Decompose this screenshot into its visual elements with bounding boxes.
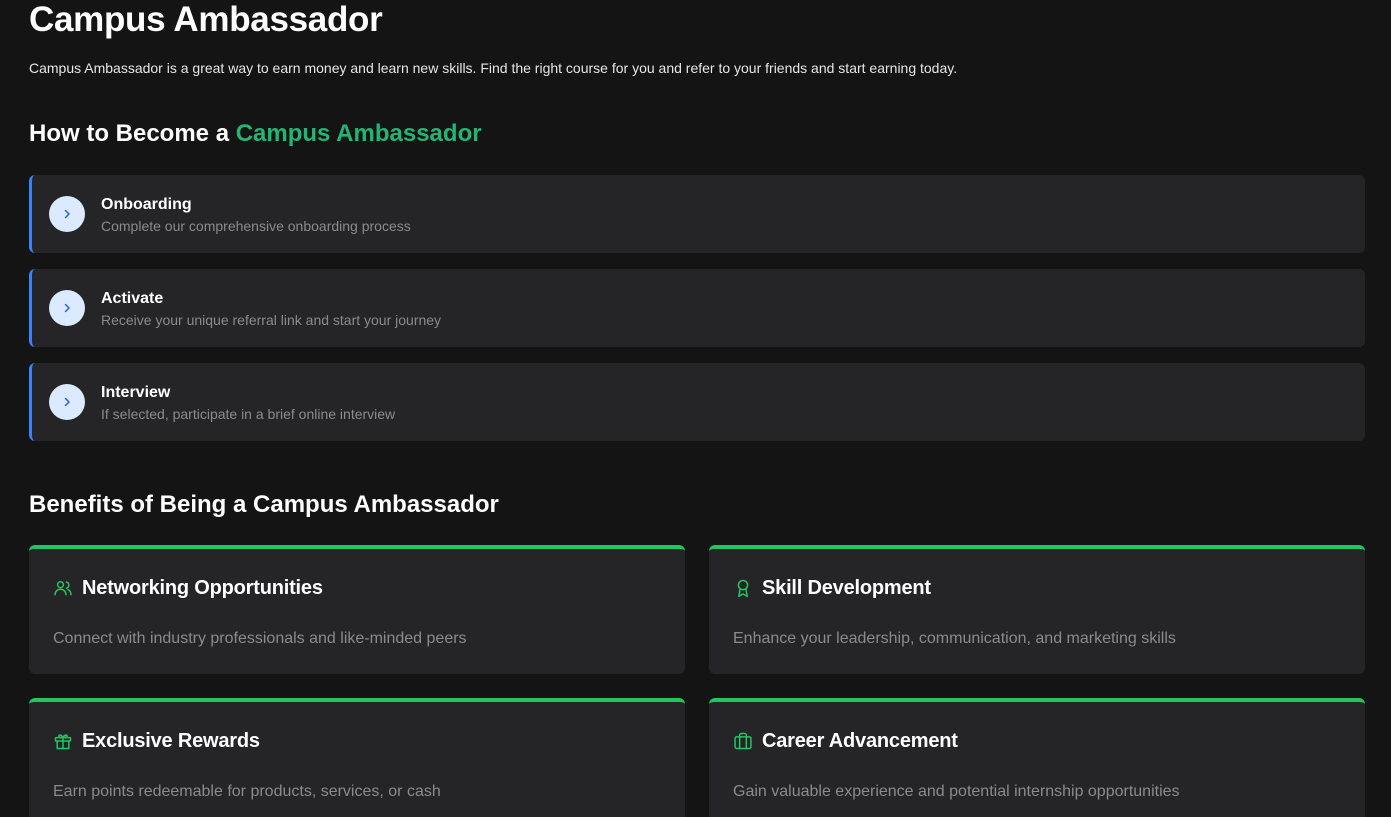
step-onboarding[interactable]: Onboarding Complete our comprehensive on… [29, 175, 1365, 253]
how-to-heading-prefix: How to Become a [29, 120, 236, 147]
award-icon [733, 578, 753, 598]
benefit-title: Networking Opportunities [82, 577, 323, 599]
benefits-heading: Benefits of Being a Campus Ambassador [29, 491, 499, 518]
benefit-description: Earn points redeemable for products, ser… [53, 783, 441, 800]
page: Campus Ambassador Campus Ambassador is a… [0, 0, 1391, 817]
chevron-right-icon [49, 290, 85, 326]
benefit-card-networking: Networking Opportunities Connect with in… [29, 545, 685, 674]
step-description: Receive your unique referral link and st… [101, 312, 442, 328]
benefit-card-career: Career Advancement Gain valuable experie… [709, 698, 1365, 817]
gift-icon [53, 731, 73, 751]
benefit-description: Gain valuable experience and potential i… [733, 783, 1180, 800]
benefit-description: Enhance your leadership, communication, … [733, 630, 1176, 647]
step-activate[interactable]: Activate Receive your unique referral li… [29, 269, 1365, 347]
benefit-header: Career Advancement [733, 729, 958, 753]
benefit-card-skill: Skill Development Enhance your leadershi… [709, 545, 1365, 674]
step-description: If selected, participate in a brief onli… [101, 406, 396, 422]
benefit-header: Networking Opportunities [53, 576, 323, 600]
step-text: Activate Receive your unique referral li… [101, 289, 441, 329]
how-to-heading-accent: Campus Ambassador [235, 120, 482, 147]
benefit-description: Connect with industry professionals and … [53, 630, 467, 647]
step-interview[interactable]: Interview If selected, participate in a … [29, 363, 1365, 441]
step-title: Activate [101, 290, 164, 307]
step-text: Onboarding Complete our comprehensive on… [101, 195, 411, 235]
how-to-heading: How to Become a Campus Ambassador [29, 120, 1365, 148]
step-title: Interview [101, 384, 171, 401]
benefits-grid: Networking Opportunities Connect with in… [29, 545, 1365, 817]
benefit-title: Skill Development [762, 577, 931, 599]
page-intro: Campus Ambassador is a great way to earn… [29, 60, 958, 76]
step-title: Onboarding [101, 196, 192, 213]
step-description: Complete our comprehensive onboarding pr… [101, 218, 411, 234]
step-text: Interview If selected, participate in a … [101, 383, 395, 423]
benefit-header: Exclusive Rewards [53, 729, 260, 753]
benefit-header: Skill Development [733, 576, 931, 600]
briefcase-icon [733, 731, 753, 751]
benefit-title: Career Advancement [762, 730, 958, 752]
page-title: Campus Ambassador [29, 0, 383, 39]
benefit-card-rewards: Exclusive Rewards Earn points redeemable… [29, 698, 685, 817]
chevron-right-icon [49, 384, 85, 420]
users-icon [53, 578, 73, 598]
chevron-right-icon [49, 196, 85, 232]
benefit-title: Exclusive Rewards [82, 730, 260, 752]
steps-list: Onboarding Complete our comprehensive on… [29, 175, 1365, 441]
